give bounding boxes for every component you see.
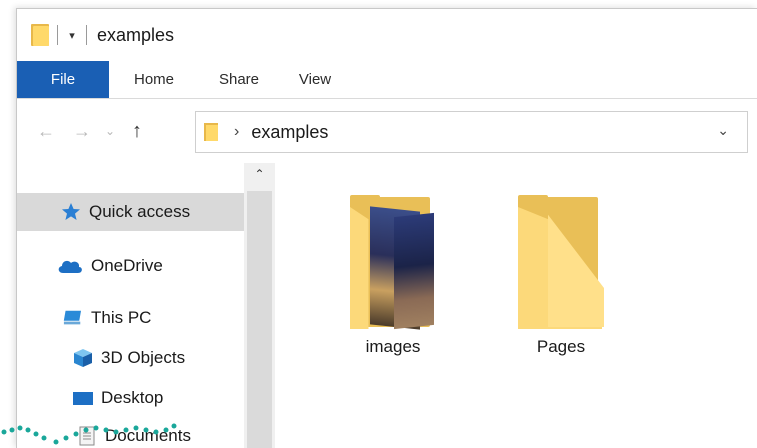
scroll-up-icon[interactable]: ⌃ [244, 167, 275, 181]
folder-icon [204, 123, 218, 141]
folder-item-images[interactable]: images [333, 195, 453, 357]
scrollbar[interactable]: ⌃ [244, 163, 275, 448]
tab-file[interactable]: File [17, 61, 109, 98]
folder-item-pages[interactable]: Pages [501, 195, 621, 357]
back-arrow-icon[interactable]: ← [31, 121, 61, 142]
folder-contents: images Pages [275, 163, 757, 448]
address-bar[interactable]: › examples ⌄ [195, 111, 748, 153]
scrollbar-thumb[interactable] [247, 191, 272, 448]
sidebar-item-label: Desktop [101, 388, 164, 407]
desktop-icon [73, 388, 93, 408]
divider [86, 25, 87, 45]
customize-quick-access-button[interactable]: ▾ [66, 29, 78, 42]
file-explorer-window: ▾ examples File Home Share View ← → ⌄ ↑ … [16, 8, 757, 448]
folder-icon [516, 195, 606, 329]
window-title: examples [97, 24, 175, 45]
forward-arrow-icon[interactable]: → [67, 121, 97, 142]
sidebar-item-onedrive[interactable]: OneDrive [17, 247, 163, 285]
sidebar-item-label: Quick access [89, 202, 191, 221]
ribbon-tabs: File Home Share View [17, 61, 757, 99]
tab-view[interactable]: View [279, 61, 351, 98]
image-folder-icon [348, 195, 438, 330]
breadcrumb-chevron-icon[interactable]: › [234, 123, 239, 141]
navigation-bar: ← → ⌄ ↑ › examples ⌄ [17, 99, 757, 163]
sidebar-item-quick-access[interactable]: Quick access [17, 193, 244, 231]
divider [57, 25, 58, 45]
title-bar: ▾ examples [17, 9, 757, 61]
decorative-dots [1, 423, 177, 445]
sidebar-item-label: 3D Objects [101, 348, 186, 367]
sidebar-item-3d-objects[interactable]: 3D Objects [17, 339, 185, 377]
tab-share[interactable]: Share [199, 61, 279, 98]
breadcrumb-examples[interactable]: examples [251, 122, 328, 143]
folder-label: Pages [536, 337, 586, 356]
cloud-icon [57, 256, 83, 276]
tab-home[interactable]: Home [109, 61, 199, 98]
up-arrow-icon[interactable]: ↑ [123, 120, 151, 143]
computer-icon [63, 308, 83, 328]
address-dropdown-chevron-icon[interactable]: ⌄ [717, 122, 729, 139]
star-icon [61, 202, 81, 222]
folder-label: images [365, 337, 421, 356]
folder-icon [31, 24, 49, 46]
recent-locations-chevron-icon[interactable]: ⌄ [99, 124, 121, 138]
navigation-pane: ⌃ Quick access OneDrive This PC 3D Objec… [17, 163, 275, 448]
cube-icon [73, 348, 93, 368]
sidebar-item-label: OneDrive [91, 256, 163, 275]
sidebar-item-label: This PC [91, 308, 152, 327]
sidebar-item-this-pc[interactable]: This PC [17, 299, 151, 337]
